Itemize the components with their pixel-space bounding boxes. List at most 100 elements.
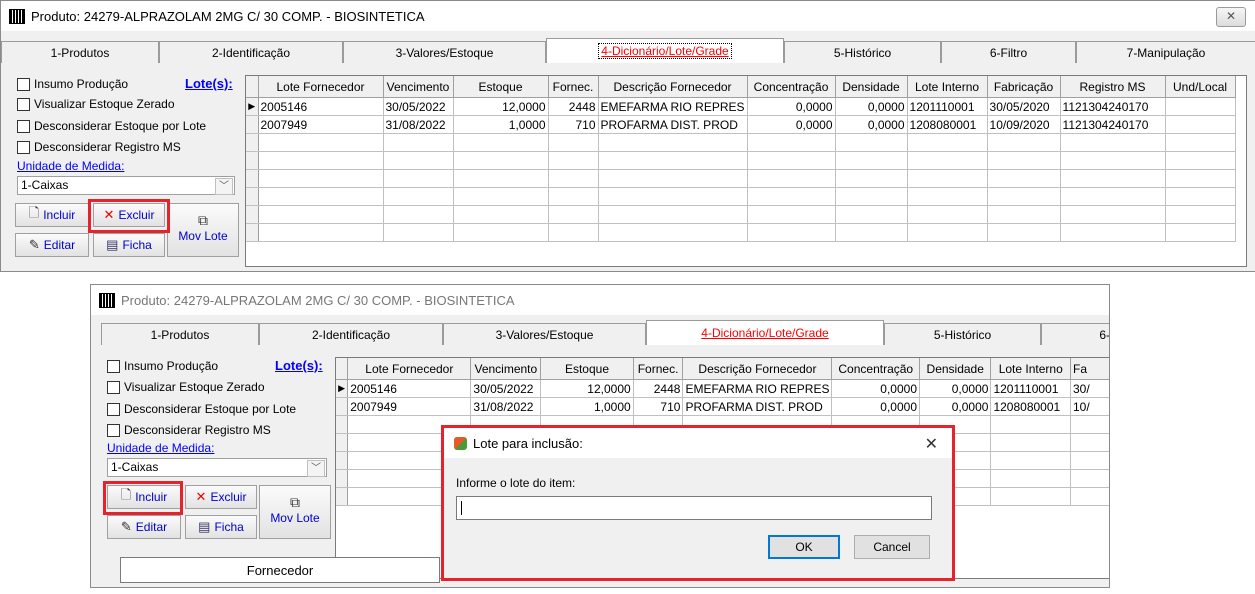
ok-button[interactable]: OK [768,535,840,559]
column-header[interactable]: Descrição Fornecedor [598,76,748,98]
table-cell[interactable]: 0,0000 [835,115,908,134]
close-icon[interactable]: ✕ [925,434,938,454]
ficha-button[interactable]: ▤ Ficha [93,233,165,257]
tab-identificacao[interactable]: 2-Identificação [159,41,343,63]
chevron-down-icon[interactable]: ﹀ [307,460,325,477]
column-header[interactable]: Fa [1070,358,1109,380]
cancel-button[interactable]: Cancel [854,535,930,559]
table-cell[interactable]: 31/08/2022 [383,115,454,134]
incluir-button[interactable]: 🗋 Incluir [107,485,181,509]
table-cell[interactable]: PROFARMA DIST. PROD [598,115,748,134]
table-cell[interactable]: 2007949 [258,115,384,134]
column-header[interactable]: Lote Fornecedor [258,76,384,98]
table-cell[interactable]: 0,0000 [919,379,992,398]
incluir-button[interactable]: 🗋 Incluir [15,203,89,227]
table-cell[interactable]: 1121304240170 [1060,115,1166,134]
checkbox-box[interactable] [17,77,30,91]
column-header[interactable]: Densidade [835,76,908,98]
column-header[interactable]: Estoque [540,358,634,380]
table-cell[interactable]: EMEFARMA RIO REPRES [598,97,748,116]
insumo-producao-checkbox[interactable]: Insumo Produção [17,77,128,91]
table-cell[interactable] [1165,97,1236,116]
table-cell[interactable]: 0,0000 [831,379,920,398]
desconsiderar-estoque-lote-checkbox[interactable]: Desconsiderar Estoque por Lote [17,119,206,133]
column-header[interactable]: Descrição Fornecedor [682,358,833,380]
table-cell[interactable]: 1208080001 [990,397,1071,416]
table-cell[interactable] [1165,115,1236,134]
column-header[interactable]: Lote Interno [990,358,1071,380]
column-header[interactable]: Lote Interno [907,76,988,98]
tab-dicionario-lote-grade[interactable]: 4-Dicionário/Lote/Grade [646,320,884,345]
column-header[interactable]: Fornec. [548,76,599,98]
table-cell[interactable]: 710 [633,397,684,416]
visualizar-estoque-zerado-checkbox[interactable]: Visualizar Estoque Zerado [17,97,175,111]
column-header[interactable]: Concentração [831,358,920,380]
excluir-button[interactable]: ✕ Excluir [93,203,165,227]
column-header[interactable]: Fabricação [987,76,1061,98]
table-cell[interactable]: 1201110001 [990,379,1071,398]
checkbox-box[interactable] [107,380,120,394]
column-header[interactable]: Fornec. [633,358,684,380]
desconsiderar-registro-ms-checkbox[interactable]: Desconsiderar Registro MS [17,140,181,154]
checkbox-box[interactable] [17,140,30,154]
mov-lote-button[interactable]: ⧉ Mov Lote [167,203,239,257]
table-cell[interactable]: 1,0000 [540,397,634,416]
table-cell[interactable]: 0,0000 [831,397,920,416]
column-header[interactable]: Concentração [747,76,836,98]
checkbox-box[interactable] [107,359,120,373]
column-header[interactable]: Lote Fornecedor [347,358,472,380]
desconsiderar-registro-ms-checkbox[interactable]: Desconsiderar Registro MS [107,423,271,437]
chevron-down-icon[interactable]: ﹀ [215,178,233,195]
table-cell[interactable]: 2448 [548,97,599,116]
table-cell[interactable]: 30/05/2020 [987,97,1061,116]
tab-filtro-partial[interactable]: 6-Filt [1041,323,1109,345]
table-row[interactable]: 2007949 31/08/2022 1,0000 710 PROFARMA D… [246,115,1236,134]
table-cell[interactable]: 0,0000 [835,97,908,116]
table-cell[interactable]: 1208080001 [907,115,988,134]
lotes-grid[interactable]: Lote Fornecedor Vencimento Estoque Forne… [245,75,1247,267]
table-cell[interactable]: EMEFARMA RIO REPRES [682,379,833,398]
column-header[interactable]: Registro MS [1060,76,1166,98]
lote-input[interactable] [456,496,932,520]
checkbox-box[interactable] [107,423,120,437]
editar-button[interactable]: ✎ Editar [15,233,89,257]
column-header[interactable]: Vencimento [470,358,542,380]
mov-lote-button[interactable]: ⧉ Mov Lote [259,485,331,539]
table-cell[interactable]: 1201110001 [907,97,988,116]
table-cell[interactable]: 30/ [1070,379,1109,398]
tab-historico[interactable]: 5-Histórico [884,323,1041,345]
unidade-medida-select[interactable]: 1-Caixas ﹀ [17,176,235,195]
table-cell[interactable]: 10/ [1070,397,1109,416]
tab-produtos[interactable]: 1-Produtos [1,41,159,63]
tab-valores-estoque[interactable]: 3-Valores/Estoque [343,41,546,63]
ficha-button[interactable]: ▤ Ficha [185,515,257,539]
table-cell[interactable]: 0,0000 [747,115,836,134]
tab-identificacao[interactable]: 2-Identificação [259,323,443,345]
table-row[interactable]: ▶ 2005146 30/05/2022 12,0000 2448 EMEFAR… [336,379,1109,398]
table-cell[interactable]: 1,0000 [453,115,549,134]
checkbox-box[interactable] [107,402,120,416]
table-cell[interactable]: 2005146 [347,379,472,398]
table-cell[interactable]: 12,0000 [453,97,549,116]
tab-filtro[interactable]: 6-Filtro [941,41,1076,63]
table-cell[interactable]: 710 [548,115,599,134]
tab-historico[interactable]: 5-Histórico [784,41,941,63]
tab-dicionario-lote-grade[interactable]: 4-Dicionário/Lote/Grade [546,38,784,63]
table-cell[interactable]: PROFARMA DIST. PROD [682,397,833,416]
column-header[interactable]: Densidade [919,358,992,380]
column-header[interactable]: Vencimento [383,76,454,98]
table-row[interactable]: ▶ 2005146 30/05/2022 12,0000 2448 EMEFAR… [246,97,1236,116]
table-cell[interactable]: 2007949 [347,397,472,416]
close-icon[interactable]: ✕ [1216,7,1246,27]
column-header[interactable]: Und/Local [1165,76,1236,98]
table-cell[interactable]: 30/05/2022 [383,97,454,116]
table-cell[interactable]: 31/08/2022 [470,397,542,416]
table-cell[interactable]: 10/09/2020 [987,115,1061,134]
visualizar-estoque-zerado-checkbox[interactable]: Visualizar Estoque Zerado [107,380,265,394]
checkbox-box[interactable] [17,119,30,133]
table-cell[interactable]: 12,0000 [540,379,634,398]
table-row[interactable]: 2007949 31/08/2022 1,0000 710 PROFARMA D… [336,397,1109,416]
insumo-producao-checkbox[interactable]: Insumo Produção [107,359,218,373]
editar-button[interactable]: ✎ Editar [107,515,181,539]
table-cell[interactable]: 1121304240170 [1060,97,1166,116]
